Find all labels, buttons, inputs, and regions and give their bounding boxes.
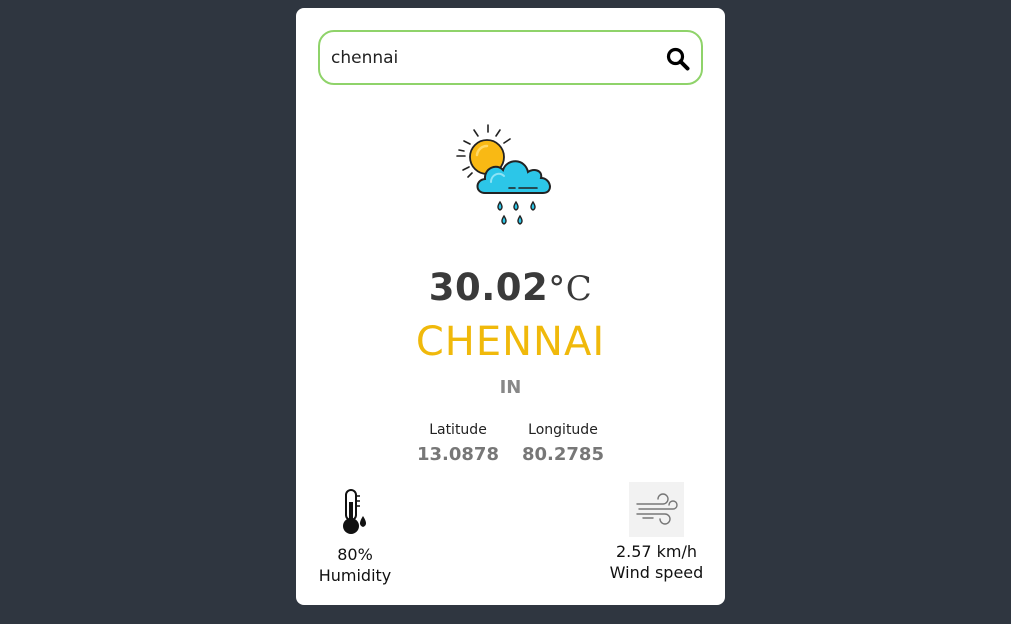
sun-cloud-rain-icon [456,124,551,225]
thermometer-drop-icon [335,486,375,542]
latitude-label: Latitude [429,422,487,438]
longitude-block: Longitude 80.2785 [519,422,607,465]
humidity-block: 80% Humidity [310,486,400,586]
country-code: IN [499,377,522,398]
weather-icon [455,122,565,232]
humidity-value: 80% [337,545,373,564]
temperature-unit: °C [548,269,593,309]
longitude-value: 80.2785 [522,444,604,465]
search-button[interactable] [665,46,691,72]
wind-block: 2.57 km/h Wind speed [604,482,709,583]
weather-card: 30.02°C CHENNAI IN Latitude 13.0878 Long… [296,8,725,605]
search-bar [318,30,703,85]
humidity-label: Humidity [318,566,392,585]
longitude-label: Longitude [528,422,598,438]
latitude-value: 13.0878 [417,444,499,465]
wind-icon [629,482,684,537]
temperature: 30.02°C [296,266,725,309]
wind-label: Wind speed [609,563,704,582]
temperature-value: 30.02 [428,266,549,309]
wind-value: 2.57 km/h [615,542,698,561]
search-icon [666,47,690,71]
city-name: CHENNAI [415,319,606,365]
latitude-block: Latitude 13.0878 [414,422,502,465]
search-input[interactable] [331,46,651,70]
